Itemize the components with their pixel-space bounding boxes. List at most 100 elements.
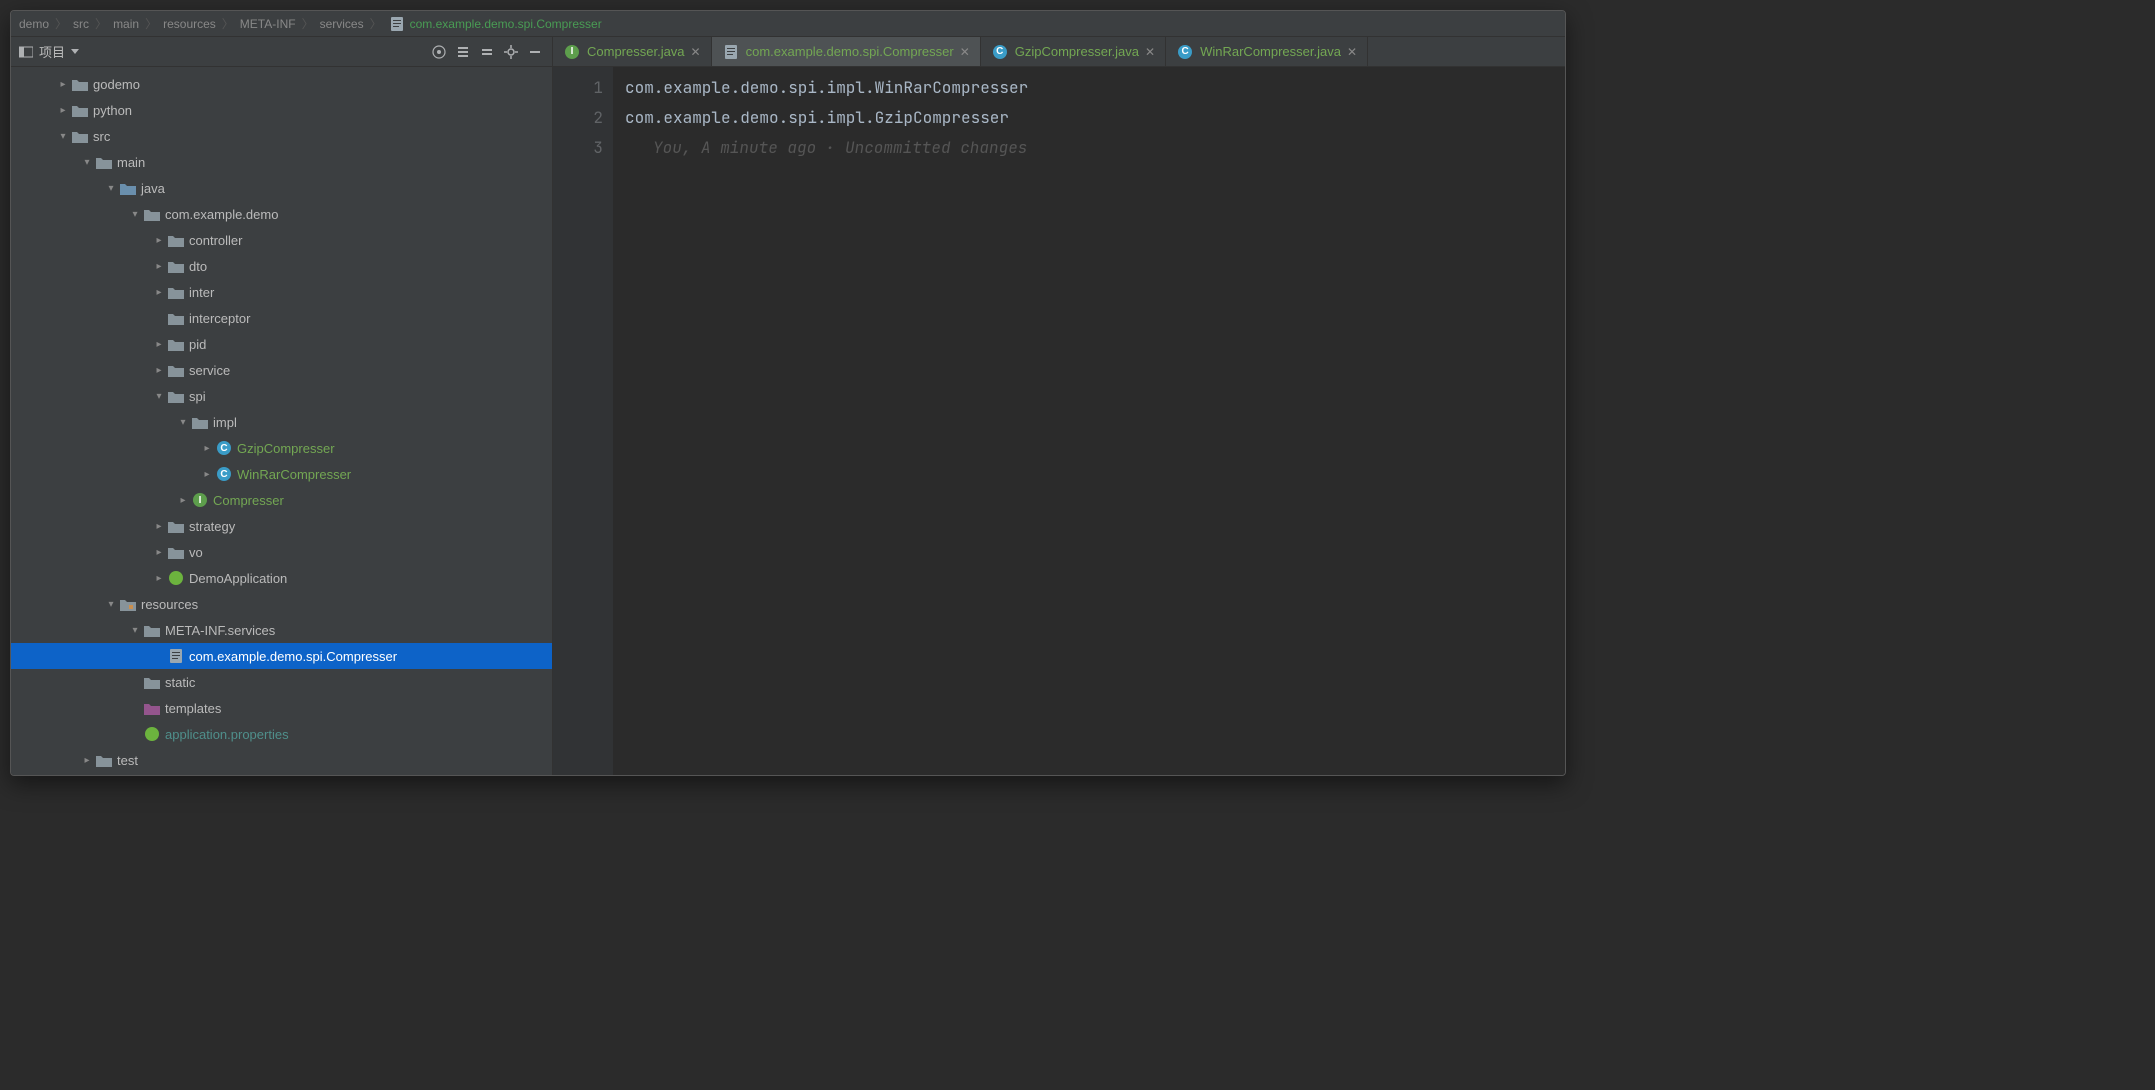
tree-item[interactable]: templates (11, 695, 552, 721)
tree-item[interactable]: ▾ spi (11, 383, 552, 409)
tree-item[interactable]: ▾ src (11, 123, 552, 149)
tree-item[interactable]: ▾resources (11, 591, 552, 617)
breadcrumb-part[interactable]: main (113, 17, 139, 31)
tree-item[interactable]: application.properties (11, 721, 552, 747)
tree-arrow-icon[interactable]: ▸ (151, 284, 167, 300)
tree-item-label: DemoApplication (185, 571, 287, 586)
tree-arrow-icon[interactable]: ▸ (151, 570, 167, 586)
breadcrumb-part[interactable]: src (73, 17, 89, 31)
tree-arrow-icon[interactable]: ▸ (79, 752, 95, 768)
tree-arrow-icon[interactable]: ▸ (151, 336, 167, 352)
editor[interactable]: 1 2 3 com.example.demo.spi.impl.WinRarCo… (553, 67, 1565, 775)
tree-arrow-icon[interactable] (127, 726, 143, 742)
tree-item[interactable]: ▾impl (11, 409, 552, 435)
java-c-icon: C (1176, 44, 1194, 60)
java-i-icon: I (563, 44, 581, 60)
tree-item[interactable]: ▾ main (11, 149, 552, 175)
tree-item[interactable]: ▸vo (11, 539, 552, 565)
tree-arrow-icon[interactable]: ▸ (199, 440, 215, 456)
tree-arrow-icon[interactable] (151, 310, 167, 326)
folder-icon (95, 154, 113, 170)
tree-item[interactable]: ▸controller (11, 227, 552, 253)
breadcrumb-part[interactable]: resources (163, 17, 216, 31)
close-icon[interactable]: ✕ (960, 45, 970, 59)
tree-arrow-icon[interactable]: ▾ (103, 596, 119, 612)
tree-arrow-icon[interactable] (127, 674, 143, 690)
tree-item[interactable]: ▾ META-INF.services (11, 617, 552, 643)
line-number: 1 (553, 73, 603, 103)
tree-item[interactable]: ▸service (11, 357, 552, 383)
editor-tab[interactable]: CGzipCompresser.java✕ (981, 37, 1166, 66)
project-sidebar: 项目 ▸godemo▸python▾src▾main▾java▾com.exam… (11, 37, 553, 775)
tree-arrow-icon[interactable]: ▾ (79, 154, 95, 170)
java-c-icon: C (215, 466, 233, 482)
tree-item[interactable]: ▸pid (11, 331, 552, 357)
tree-arrow-icon[interactable]: ▸ (151, 518, 167, 534)
collapse-all-icon[interactable] (478, 43, 496, 61)
tree-item[interactable]: ▸CWinRarCompresser (11, 461, 552, 487)
line-number: 3 (553, 133, 603, 163)
tree-item[interactable]: ▸ICompresser (11, 487, 552, 513)
editor-tab[interactable]: CWinRarCompresser.java✕ (1166, 37, 1368, 66)
editor-tab[interactable]: com.example.demo.spi.Compresser✕ (712, 37, 981, 66)
tree-item[interactable]: static (11, 669, 552, 695)
tree-arrow-icon[interactable]: ▸ (151, 362, 167, 378)
tree-arrow-icon[interactable]: ▸ (55, 102, 71, 118)
close-icon[interactable]: ✕ (691, 45, 701, 59)
tree-arrow-icon[interactable]: ▸ (55, 76, 71, 92)
folder-icon (143, 206, 161, 222)
sidebar-title[interactable]: 项目 (19, 42, 79, 61)
tree-arrow-icon[interactable]: ▸ (151, 258, 167, 274)
tree-item[interactable]: ▸test (11, 747, 552, 773)
tree-arrow-icon[interactable] (127, 700, 143, 716)
project-tree[interactable]: ▸godemo▸python▾src▾main▾java▾com.example… (11, 67, 552, 775)
folder-icon (71, 102, 89, 118)
breadcrumb-part[interactable]: demo (19, 17, 49, 31)
tree-item[interactable]: ▸ DemoApplication (11, 565, 552, 591)
tree-arrow-icon[interactable] (151, 648, 167, 664)
tree-item[interactable]: ▾java (11, 175, 552, 201)
tree-arrow-icon[interactable]: ▾ (127, 622, 143, 638)
tree-item[interactable]: ▸dto (11, 253, 552, 279)
tree-arrow-icon[interactable]: ▸ (151, 544, 167, 560)
folder-icon (167, 518, 185, 534)
folder-icon (143, 622, 161, 638)
tree-item[interactable]: ▸strategy (11, 513, 552, 539)
tree-item-label: META-INF.services (161, 623, 275, 638)
breadcrumb-part[interactable]: services (320, 17, 364, 31)
spring-icon (167, 570, 185, 586)
folder-icon (167, 362, 185, 378)
tree-item[interactable]: interceptor (11, 305, 552, 331)
hide-icon[interactable] (526, 43, 544, 61)
tree-arrow-icon[interactable]: ▾ (103, 180, 119, 196)
tree-arrow-icon[interactable]: ▸ (175, 492, 191, 508)
tree-arrow-icon[interactable]: ▸ (151, 232, 167, 248)
breadcrumb-part[interactable]: META-INF (240, 17, 296, 31)
tree-arrow-icon[interactable]: ▾ (55, 128, 71, 144)
tree-arrow-icon[interactable]: ▾ (151, 388, 167, 404)
breadcrumb[interactable]: demo〉 src〉 main〉 resources〉 META-INF〉 se… (11, 11, 1565, 37)
tree-item[interactable]: ▸godemo (11, 71, 552, 97)
tree-item-label: spi (185, 389, 206, 404)
txtfile-icon (722, 44, 740, 60)
tree-item-label: com.example.demo (161, 207, 278, 222)
tree-item[interactable]: ▸CGzipCompresser (11, 435, 552, 461)
tree-arrow-icon[interactable]: ▾ (127, 206, 143, 222)
close-icon[interactable]: ✕ (1145, 45, 1155, 59)
tree-arrow-icon[interactable]: ▸ (199, 466, 215, 482)
close-icon[interactable]: ✕ (1347, 45, 1357, 59)
tree-item[interactable]: ▸python (11, 97, 552, 123)
tree-item-label: main (113, 155, 145, 170)
tree-item[interactable]: com.example.demo.spi.Compresser (11, 643, 552, 669)
tree-item[interactable]: ▾ com.example.demo (11, 201, 552, 227)
gear-icon[interactable] (502, 43, 520, 61)
tree-arrow-icon[interactable]: ▾ (175, 414, 191, 430)
breadcrumb-file[interactable]: com.example.demo.spi.Compresser (388, 16, 602, 32)
editor-tab[interactable]: ICompresser.java✕ (553, 37, 712, 66)
expand-all-icon[interactable] (454, 43, 472, 61)
select-opened-file-icon[interactable] (430, 43, 448, 61)
code-area[interactable]: com.example.demo.spi.impl.WinRarCompress… (613, 67, 1565, 775)
tree-item-label: src (89, 129, 110, 144)
tree-item[interactable]: ▸inter (11, 279, 552, 305)
tree-item-label: static (161, 675, 195, 690)
